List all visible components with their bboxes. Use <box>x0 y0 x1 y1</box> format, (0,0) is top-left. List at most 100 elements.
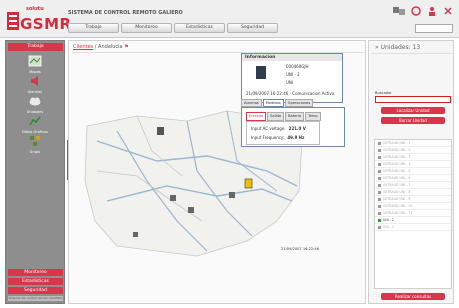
measures-panel: Entrada Salida Bateria Temp Input AC vol… <box>241 107 345 147</box>
nav-tab-estadisticas[interactable]: Estadisticas <box>174 23 225 33</box>
sidebar-item-label: Grupo <box>29 150 41 154</box>
user-icon[interactable] <box>427 6 437 16</box>
logo[interactable]: solutu GSMR <box>4 4 71 34</box>
unit-name: GETRAUD UNI - 3 <box>383 155 411 159</box>
unit-marker[interactable] <box>170 195 176 201</box>
nav-tab-seguridad[interactable]: Seguridad <box>227 23 278 33</box>
sidebar-item-label: Unidades <box>26 110 44 114</box>
logo-text: GSMR <box>20 15 72 33</box>
delete-unit-button[interactable]: Borrar Unidad <box>381 117 445 124</box>
close-icon[interactable] <box>443 6 453 16</box>
map-panel: Clientes / Andalucia ⚑ Informacion 00046… <box>68 40 366 304</box>
list-item[interactable]: GETRAUD UNI - 7 <box>375 182 451 189</box>
tab-temp[interactable]: Temp <box>305 112 321 121</box>
measure-row: Input AC voltage: 221.0 V <box>251 126 306 131</box>
tab-entrada[interactable]: Entrada <box>246 112 267 121</box>
status-dot-icon <box>378 204 381 208</box>
list-item[interactable]: GETRAUD UNI - 3 <box>375 154 451 161</box>
list-item[interactable]: GETRAUD UNI - 11 <box>375 210 451 217</box>
sidebar-tab-estadisticas[interactable]: Estadisticas <box>8 278 63 285</box>
unit-name: GETRAUD UNI - 2 <box>383 148 411 152</box>
unit-name: GETRAUD UNI - 9 <box>383 197 411 201</box>
list-item[interactable]: GETRAUD UNI - 10 <box>375 203 451 210</box>
list-item[interactable]: UNI - 2 <box>375 217 451 224</box>
unit-name: GETRAUD UNI - 10 <box>383 204 413 208</box>
header-search-input[interactable] <box>415 24 453 33</box>
measures-box: Input AC voltage: 221.0 V Input Frequency… <box>246 121 320 145</box>
unit-marker[interactable] <box>157 127 164 135</box>
nav-tab-monitoreo[interactable]: Monitoreo <box>121 23 172 33</box>
status-dot-icon <box>378 148 381 152</box>
sidebar-item-alarmas[interactable]: Alarmas <box>6 75 64 94</box>
windows-icon[interactable] <box>393 6 405 16</box>
speaker-icon <box>31 76 38 86</box>
info-line: 000460GJH <box>286 64 309 69</box>
logo-small-text: solutu <box>26 6 44 12</box>
tab-medidas[interactable]: Medidas <box>262 99 284 107</box>
info-popup: Informacion 000460GJH UNI - 2 UNI 21/09/… <box>241 53 343 103</box>
status-dot-icon <box>378 197 381 201</box>
sidebar-item-unidades[interactable]: Unidades <box>6 95 64 114</box>
list-item[interactable]: GETRAUD UNI - 1 <box>375 140 451 147</box>
sidebar-item-mapas[interactable]: Mapas <box>6 55 64 74</box>
map-timestamp: 21/09/2007 16:22:46 <box>281 247 319 251</box>
header-icons <box>393 6 453 16</box>
measure-label: Input AC voltage: <box>251 126 286 131</box>
breadcrumb: Clientes / Andalucia ⚑ <box>73 44 129 50</box>
tab-salida[interactable]: Salida <box>267 112 285 121</box>
breadcrumb-link[interactable]: Clientes <box>73 44 93 50</box>
unit-marker[interactable] <box>133 232 138 237</box>
sidebar-item-grupo[interactable]: Grupo <box>6 135 64 154</box>
measure-label: Input Frequency: <box>251 135 285 140</box>
sidebar-footer: Sistema de control remoto GALIERO <box>8 296 63 301</box>
status-dot-icon <box>378 176 381 180</box>
unit-search-input[interactable] <box>375 96 451 103</box>
logo-mark-icon <box>7 12 19 30</box>
cloud-icon <box>29 97 41 106</box>
status-dot-icon <box>378 190 381 194</box>
sidebar-tab-monitoreo[interactable]: Monitoreo <box>8 269 63 276</box>
list-item[interactable]: GETRAUD UNI - 8 <box>375 189 451 196</box>
sidebar-item-datos-graficos[interactable]: Datos Graficos <box>6 115 64 134</box>
measure-tabs: Entrada Salida Bateria Temp <box>246 112 321 121</box>
help-icon[interactable] <box>411 6 421 16</box>
sidebar: Trabajo Mapas Alarmas Unidades Datos Gra… <box>5 40 65 304</box>
tab-alarmas[interactable]: Alarmas <box>241 99 262 107</box>
tab-bateria[interactable]: Bateria <box>285 112 305 121</box>
sidebar-header[interactable]: Trabajo <box>8 43 63 51</box>
unit-name: GETRAUD UNI - 7 <box>383 183 411 187</box>
list-item[interactable]: GETRAUD UNI - 5 <box>375 168 451 175</box>
status-dot-icon <box>378 183 381 187</box>
sidebar-tab-seguridad[interactable]: Seguridad <box>8 287 63 294</box>
status-dot-icon <box>378 141 381 145</box>
selected-unit-marker[interactable] <box>244 178 253 189</box>
expand-icon[interactable]: » <box>375 44 379 51</box>
locate-unit-button[interactable]: Localizar Unidad <box>381 107 445 114</box>
unit-name: UNI - 3 <box>383 225 394 229</box>
map-icon <box>28 55 42 67</box>
list-item[interactable]: UNI - 3 <box>375 224 451 231</box>
info-line: UNI - 2 <box>286 72 300 77</box>
measure-value: 221.0 V <box>288 126 306 131</box>
list-item[interactable]: GETRAUD UNI - 9 <box>375 196 451 203</box>
info-status: 21/09/2007 16:22:46 - Comunicacion Activ… <box>246 91 335 96</box>
units-title: » Unidades: 13 <box>375 44 420 51</box>
run-queries-button[interactable]: Realizar consultas <box>381 293 445 300</box>
unit-marker[interactable] <box>188 207 194 213</box>
list-item[interactable]: GETRAUD UNI - 4 <box>375 161 451 168</box>
unit-name: GETRAUD UNI - 6 <box>383 176 411 180</box>
header: solutu GSMR SISTEMA DE CONTROL REMOTO GA… <box>0 0 459 38</box>
top-nav: Trabajo Monitoreo Estadisticas Seguridad <box>68 23 278 33</box>
list-item[interactable]: GETRAUD UNI - 6 <box>375 175 451 182</box>
sidebar-item-label: Datos Graficos <box>22 130 48 134</box>
status-dot-icon <box>378 211 381 215</box>
tab-operaciones[interactable]: Operaciones <box>284 99 314 107</box>
status-dot-icon <box>378 225 381 229</box>
sidebar-item-label: Mapas <box>29 70 41 74</box>
pin-icon[interactable]: ⚑ <box>124 44 128 50</box>
list-item[interactable]: GETRAUD UNI - 2 <box>375 147 451 154</box>
units-list: GETRAUD UNI - 1 GETRAUD UNI - 2 GETRAUD … <box>374 139 452 289</box>
unit-marker[interactable] <box>229 192 235 198</box>
chart-icon <box>29 116 41 126</box>
nav-tab-trabajo[interactable]: Trabajo <box>68 23 119 33</box>
